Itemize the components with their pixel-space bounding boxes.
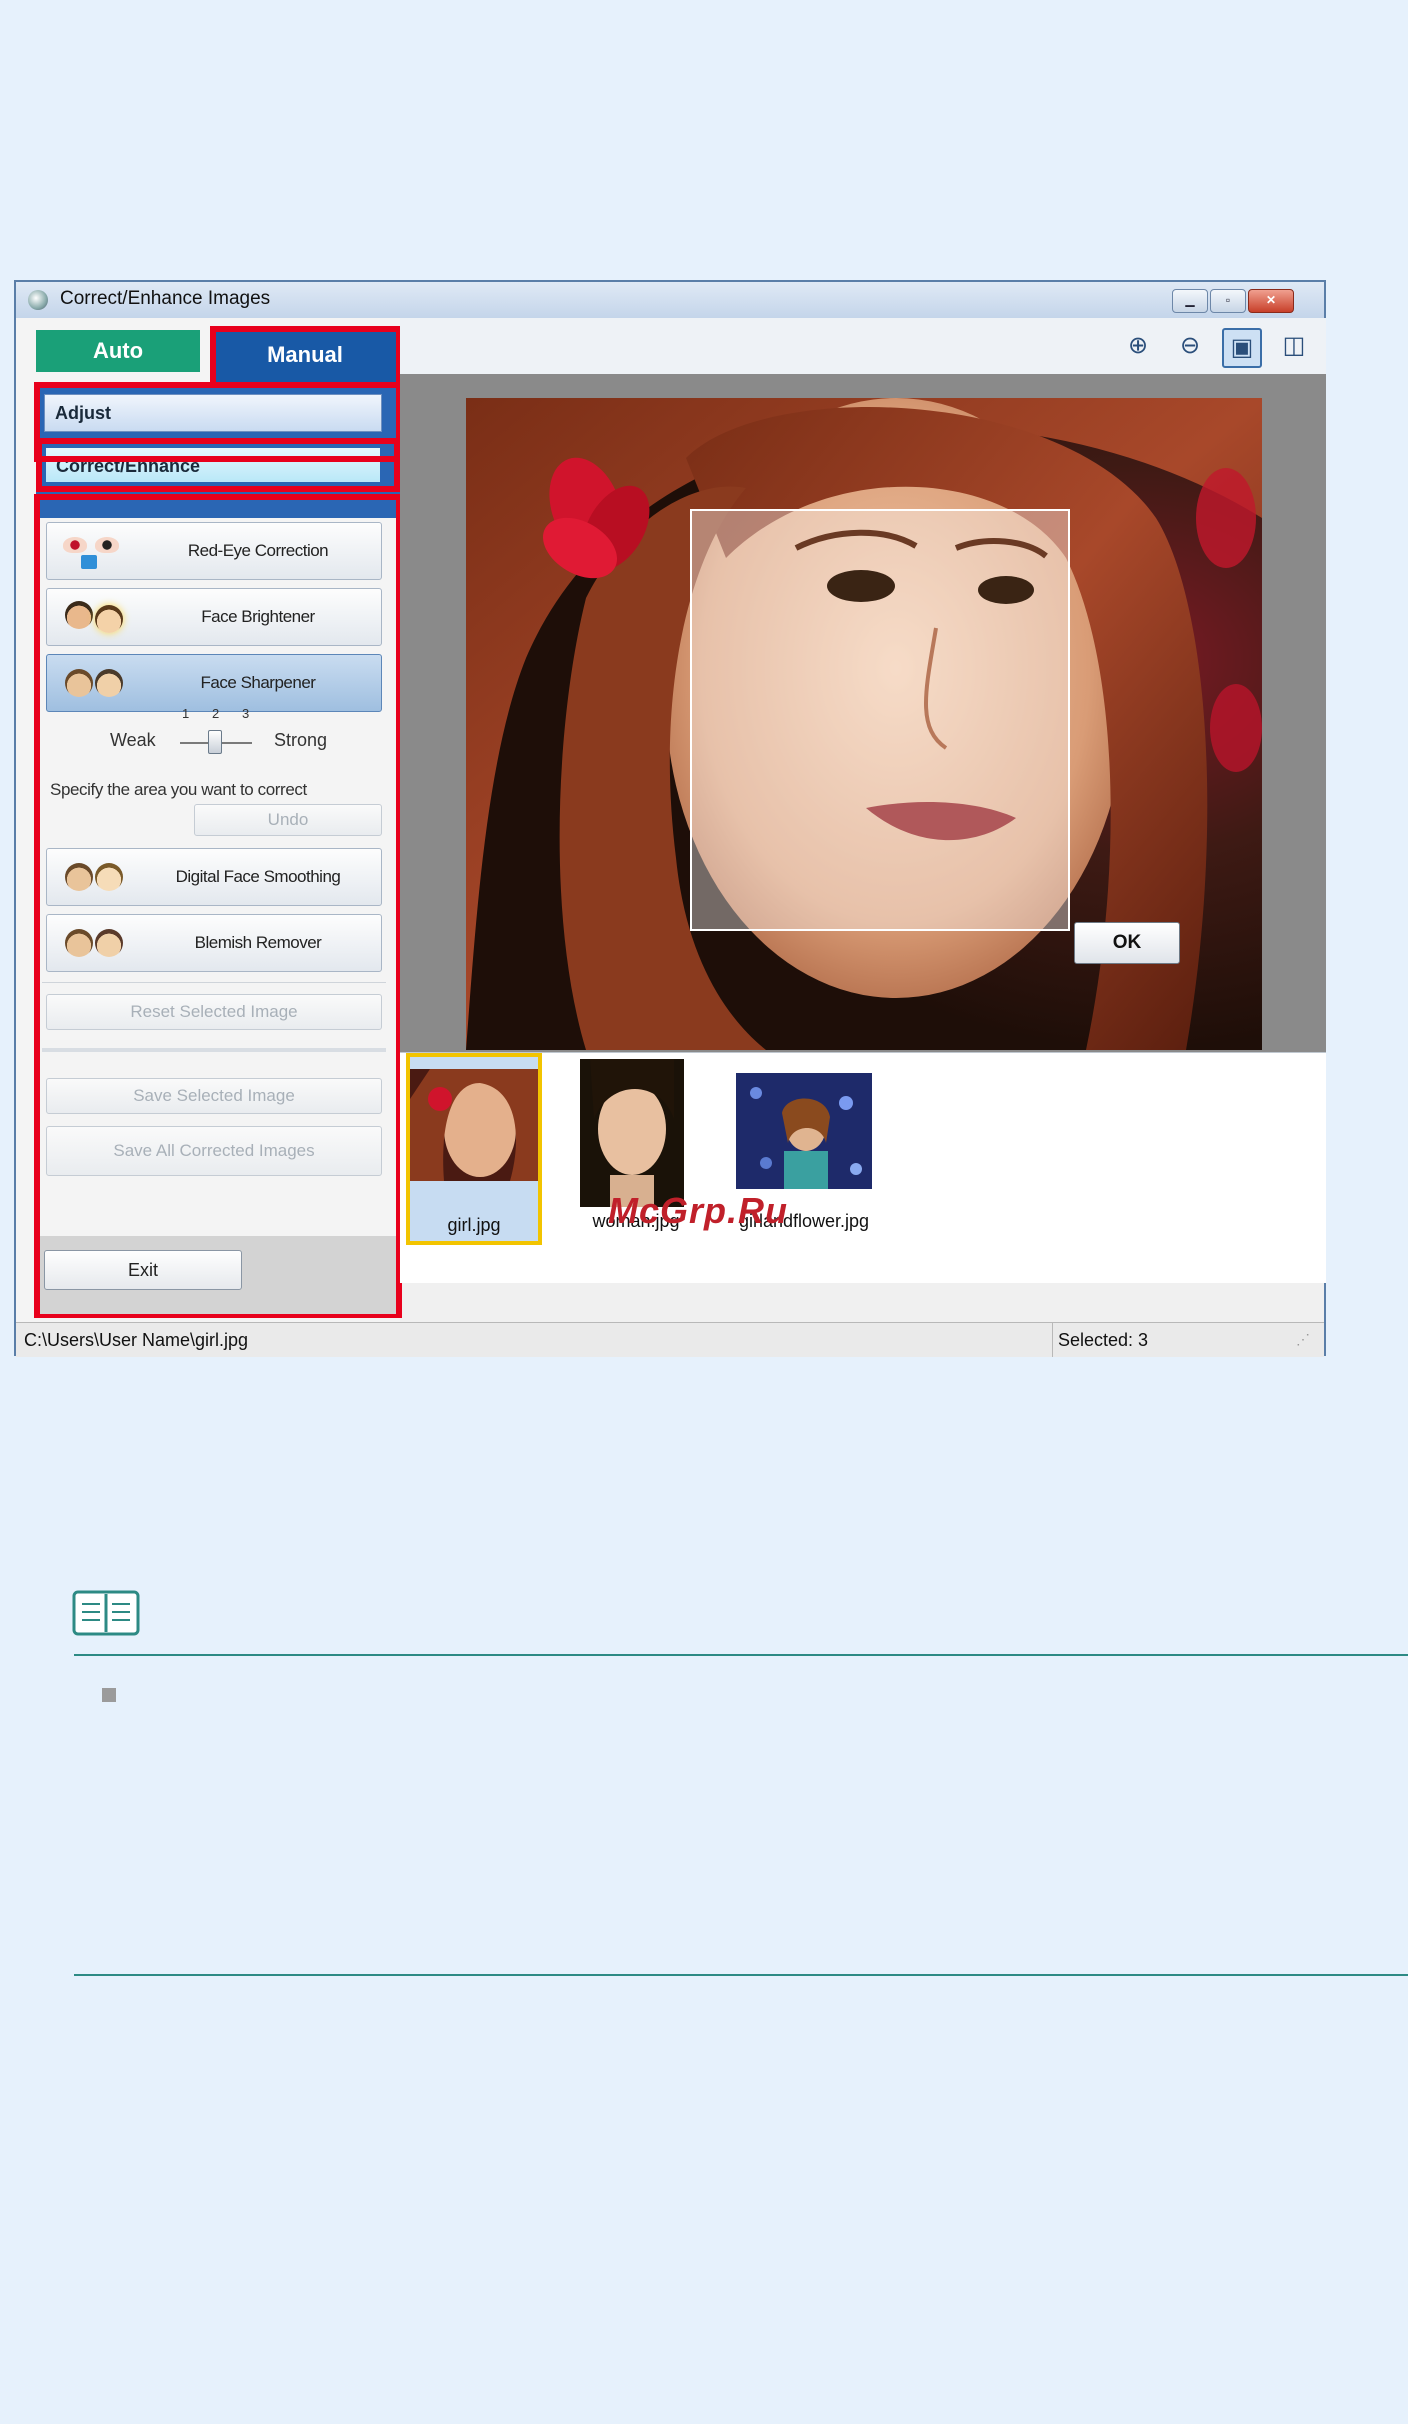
tab-auto[interactable]: Auto: [36, 330, 200, 372]
woman-thumb-image: [580, 1059, 684, 1207]
resize-grip-icon[interactable]: ⋰: [1296, 1331, 1310, 1348]
girlandflower-thumb-image: [736, 1073, 872, 1189]
blemish-remover-icon: [61, 925, 127, 963]
left-panel: Auto Manual Adjust Correct/Enhance Red-E…: [16, 318, 402, 1322]
red-eye-correction-button[interactable]: Red-Eye Correction: [46, 522, 382, 580]
maximize-icon[interactable]: ▫: [1210, 289, 1246, 313]
zoom-out-icon[interactable]: ⊖: [1172, 328, 1208, 364]
window-title: Correct/Enhance Images: [60, 288, 271, 309]
close-icon[interactable]: ✕: [1248, 289, 1294, 313]
divider-1: [42, 982, 386, 983]
digital-face-smoothing-button[interactable]: Digital Face Smoothing: [46, 848, 382, 906]
face-brightener-button[interactable]: Face Brightener: [46, 588, 382, 646]
thumbnail-girl[interactable]: girl.jpg: [406, 1053, 542, 1245]
reset-selected-image-button[interactable]: Reset Selected Image: [46, 994, 382, 1030]
thumbnail-strip: girl.jpg woman.jpg girlandflower.jpg: [400, 1052, 1326, 1283]
face-brightener-label: Face Brightener: [201, 607, 315, 626]
status-path: C:\Users\User Name\girl.jpg: [24, 1330, 249, 1350]
divider-2: [42, 1048, 386, 1052]
whole-image-view-icon[interactable]: ▣: [1222, 328, 1262, 368]
app-icon: [28, 290, 48, 310]
slider-thumb[interactable]: [208, 730, 222, 754]
face-sharpener-icon: [61, 665, 127, 703]
face-smoothing-icon: [61, 859, 127, 897]
red-eye-icon: [61, 533, 127, 571]
thumbnail-girl-label: girl.jpg: [447, 1215, 501, 1235]
slider-strong-label: Strong: [274, 730, 328, 750]
girl-thumb-image: [410, 1069, 538, 1181]
blemish-remover-button[interactable]: Blemish Remover: [46, 914, 382, 972]
hint-text: Specify the area you want to correct: [50, 780, 307, 799]
slider-tick-3: 3: [242, 706, 250, 721]
slider-weak-label: Weak: [110, 730, 156, 750]
face-smoothing-label: Digital Face Smoothing: [175, 867, 341, 886]
undo-button[interactable]: Undo: [194, 804, 382, 836]
highlight-frame-manual: [210, 326, 402, 388]
status-selected-count: Selected: 3: [1058, 1330, 1149, 1350]
face-sharpener-label: Face Sharpener: [200, 673, 316, 692]
viewer-toolbar: ⊕ ⊖ ▣ ◫: [400, 318, 1326, 375]
ok-button[interactable]: OK: [1074, 922, 1180, 964]
red-eye-label: Red-Eye Correction: [187, 541, 329, 560]
minimize-icon[interactable]: ▁: [1172, 289, 1208, 313]
compare-view-icon[interactable]: ◫: [1276, 328, 1312, 364]
face-brightener-icon: [61, 599, 127, 637]
note-bullet: [102, 1688, 116, 1702]
slider-tick-2: 2: [212, 706, 220, 721]
zoom-in-icon[interactable]: ⊕: [1120, 328, 1156, 364]
status-divider: [1052, 1323, 1053, 1357]
save-selected-image-button[interactable]: Save Selected Image: [46, 1078, 382, 1114]
note-box: [74, 1654, 1408, 1976]
highlight-frame-correct: [36, 438, 400, 492]
save-all-corrected-images-button[interactable]: Save All Corrected Images: [46, 1126, 382, 1176]
face-sharpener-button[interactable]: Face Sharpener: [46, 654, 382, 712]
status-bar: C:\Users\User Name\girl.jpg Selected: 3 …: [16, 1322, 1324, 1357]
blemish-remover-label: Blemish Remover: [194, 933, 322, 952]
title-bar[interactable]: Correct/Enhance Images ▁ ▫ ✕: [16, 282, 1324, 319]
note-book-icon: [72, 1590, 140, 1636]
watermark: McGrp.Ru: [608, 1190, 789, 1231]
slider-tick-1: 1: [182, 706, 190, 721]
exit-button[interactable]: Exit: [44, 1250, 242, 1290]
